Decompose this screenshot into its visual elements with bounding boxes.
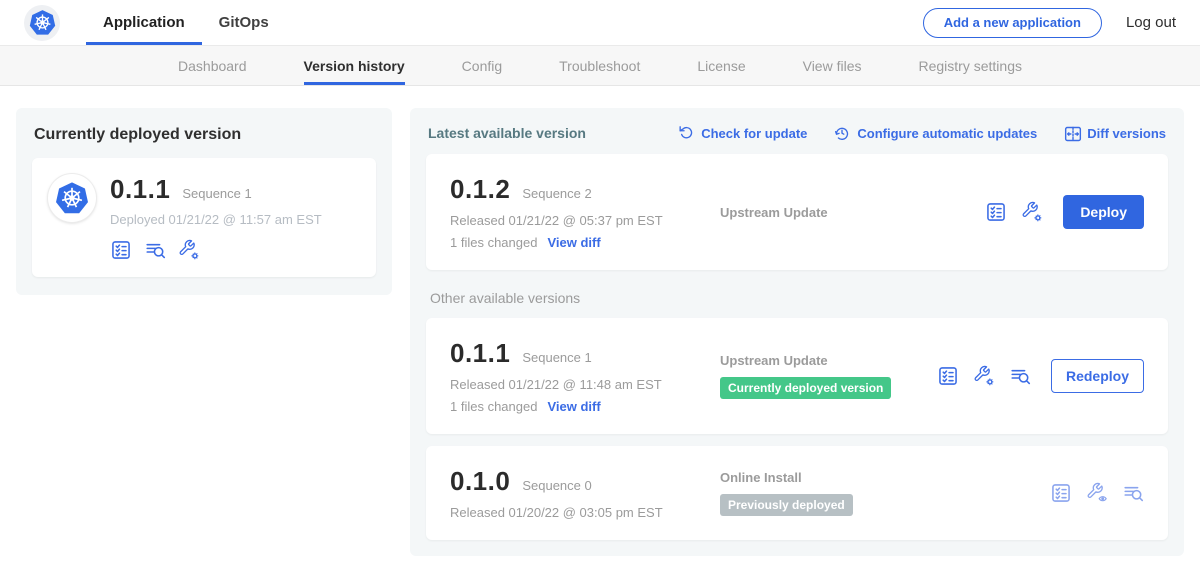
files-changed-label: 1 files changed <box>450 399 537 414</box>
check-for-update-label: Check for update <box>701 126 807 141</box>
view-diff-link[interactable]: View diff <box>547 235 600 250</box>
tab-gitops[interactable]: GitOps <box>202 0 286 45</box>
released-timestamp: Released 01/20/22 @ 03:05 pm EST <box>450 505 708 520</box>
currently-deployed-card: Currently deployed version 0.1.1 Sequenc… <box>16 108 392 295</box>
refresh-icon <box>677 124 695 142</box>
preflight-checks-icon[interactable] <box>110 239 132 261</box>
currently-deployed-badge: Currently deployed version <box>720 377 891 399</box>
release-notes-icon[interactable] <box>1009 365 1031 387</box>
version-row-0-1-2: 0.1.2 Sequence 2 Released 01/21/22 @ 05:… <box>426 154 1168 270</box>
released-timestamp: Released 01/21/22 @ 11:48 am EST <box>450 377 708 392</box>
version-source: Online Install <box>720 470 1050 485</box>
edit-config-icon[interactable] <box>178 239 200 261</box>
preflight-checks-icon[interactable] <box>937 365 959 387</box>
edit-config-icon[interactable] <box>973 365 995 387</box>
released-timestamp: Released 01/21/22 @ 05:37 pm EST <box>450 213 708 228</box>
preflight-checks-icon[interactable] <box>985 201 1007 223</box>
subnav-tab-view-files[interactable]: View files <box>803 46 862 85</box>
view-config-icon[interactable] <box>1086 482 1108 504</box>
clock-refresh-icon <box>833 124 851 142</box>
kubernetes-logo[interactable] <box>24 5 60 41</box>
configure-automatic-updates-link[interactable]: Configure automatic updates <box>833 124 1037 142</box>
check-for-update-link[interactable]: Check for update <box>677 124 807 142</box>
version-number: 0.1.1 <box>450 338 510 369</box>
latest-version-heading: Latest available version <box>428 125 586 141</box>
view-diff-link[interactable]: View diff <box>547 399 600 414</box>
subnav-tab-troubleshoot[interactable]: Troubleshoot <box>559 46 640 85</box>
header-right: Add a new application Log out <box>923 0 1176 45</box>
version-row-0-1-1: 0.1.1 Sequence 1 Released 01/21/22 @ 11:… <box>426 318 1168 434</box>
sequence-label: Sequence 0 <box>522 478 591 493</box>
main-content: Currently deployed version 0.1.1 Sequenc… <box>0 86 1200 556</box>
version-number: 0.1.2 <box>450 174 510 205</box>
version-row-0-1-0: 0.1.0 Sequence 0 Released 01/20/22 @ 03:… <box>426 446 1168 540</box>
add-application-button[interactable]: Add a new application <box>923 8 1102 38</box>
sequence-label: Sequence 1 <box>522 350 591 365</box>
subnav-tab-registry-settings[interactable]: Registry settings <box>919 46 1022 85</box>
configure-automatic-updates-label: Configure automatic updates <box>857 126 1037 141</box>
deployed-sequence-label: Sequence 1 <box>182 186 251 201</box>
app-header: Application GitOps Add a new application… <box>0 0 1200 46</box>
version-source: Upstream Update <box>720 205 985 220</box>
tab-application[interactable]: Application <box>86 0 202 45</box>
main-tabs: Application GitOps <box>86 0 286 45</box>
files-changed-label: 1 files changed <box>450 235 537 250</box>
subnav-tab-config[interactable]: Config <box>462 46 502 85</box>
logo-wrap <box>24 0 60 45</box>
other-versions-heading: Other available versions <box>430 290 1164 306</box>
version-history-panel: Latest available version Check for updat… <box>410 108 1184 556</box>
subnav-tab-license[interactable]: License <box>697 46 745 85</box>
sequence-label: Sequence 2 <box>522 186 591 201</box>
logout-link[interactable]: Log out <box>1126 14 1176 31</box>
deployed-version-card: 0.1.1 Sequence 1 Deployed 01/21/22 @ 11:… <box>32 158 376 277</box>
app-kubernetes-icon <box>48 174 96 222</box>
deployed-version-number: 0.1.1 <box>110 174 170 205</box>
redeploy-button[interactable]: Redeploy <box>1051 359 1144 393</box>
currently-deployed-title: Currently deployed version <box>34 126 374 144</box>
subnav-tab-version-history[interactable]: Version history <box>304 46 405 85</box>
release-notes-icon[interactable] <box>144 239 166 261</box>
previously-deployed-badge: Previously deployed <box>720 494 853 516</box>
release-notes-icon[interactable] <box>1122 482 1144 504</box>
deploy-button[interactable]: Deploy <box>1063 195 1144 229</box>
diff-versions-link[interactable]: Diff versions <box>1063 124 1166 142</box>
deployed-timestamp: Deployed 01/21/22 @ 11:57 am EST <box>110 212 322 227</box>
preflight-checks-icon[interactable] <box>1050 482 1072 504</box>
app-subnav: Dashboard Version history Config Trouble… <box>0 46 1200 86</box>
subnav-tab-dashboard[interactable]: Dashboard <box>178 46 247 85</box>
version-source: Upstream Update <box>720 353 937 368</box>
diff-versions-label: Diff versions <box>1087 126 1166 141</box>
diff-icon <box>1063 124 1081 142</box>
edit-config-icon[interactable] <box>1021 201 1043 223</box>
version-number: 0.1.0 <box>450 466 510 497</box>
